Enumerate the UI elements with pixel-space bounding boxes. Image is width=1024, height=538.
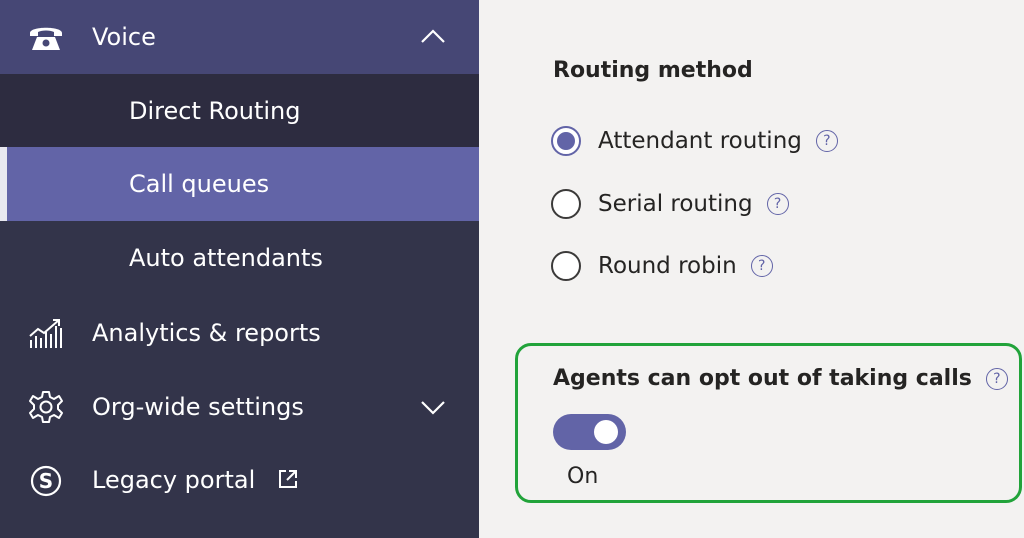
sidebar-item-label: Direct Routing — [129, 97, 301, 125]
routing-method-title: Routing method — [553, 58, 753, 83]
sidebar-item-label: Analytics & reports — [92, 319, 321, 347]
sidebar-item-org-wide-settings[interactable]: Org-wide settings — [0, 370, 479, 444]
sidebar-item-label: Voice — [92, 23, 156, 51]
radio-button[interactable] — [551, 189, 581, 219]
opt-out-title: Agents can opt out of taking calls ? — [553, 366, 1008, 391]
toggle-state-label: On — [567, 464, 599, 489]
sidebar-item-label: Auto attendants — [129, 244, 323, 272]
sidebar-item-analytics[interactable]: Analytics & reports — [0, 296, 479, 370]
svg-text:S: S — [39, 469, 53, 493]
gear-icon — [26, 387, 66, 427]
skype-icon: S — [26, 461, 66, 501]
analytics-icon — [26, 313, 66, 353]
phone-icon — [26, 17, 66, 57]
toggle-knob — [594, 420, 618, 444]
sidebar-item-label: Call queues — [129, 170, 270, 198]
opt-out-toggle[interactable] — [553, 414, 626, 450]
help-icon[interactable]: ? — [766, 193, 789, 215]
sidebar-nav: Voice Direct Routing Call queues Auto at… — [0, 0, 479, 538]
sidebar-item-label: Legacy portal — [92, 466, 299, 496]
sidebar-item-auto-attendants[interactable]: Auto attendants — [0, 221, 479, 295]
chevron-down-icon[interactable] — [419, 393, 447, 421]
help-icon[interactable]: ? — [750, 255, 773, 277]
help-icon[interactable]: ? — [985, 367, 1008, 390]
sidebar-item-voice[interactable]: Voice — [0, 0, 479, 74]
radio-button[interactable] — [551, 251, 581, 281]
chevron-up-icon[interactable] — [419, 23, 447, 51]
radio-label: Serial routing — [598, 191, 753, 217]
sidebar-item-legacy-portal[interactable]: S Legacy portal — [0, 444, 479, 518]
opt-out-title-text: Agents can opt out of taking calls — [553, 366, 972, 391]
help-icon[interactable]: ? — [815, 130, 838, 152]
radio-serial-routing[interactable]: Serial routing ? — [551, 186, 789, 222]
radio-label: Round robin — [598, 253, 737, 279]
radio-label: Attendant routing — [598, 128, 802, 154]
radio-button-checked[interactable] — [551, 126, 581, 156]
settings-panel: Routing method Attendant routing ? Seria… — [479, 0, 1024, 538]
sidebar-item-direct-routing[interactable]: Direct Routing — [0, 74, 479, 148]
legacy-portal-text: Legacy portal — [92, 466, 256, 494]
radio-attendant-routing[interactable]: Attendant routing ? — [551, 123, 838, 159]
sidebar-item-call-queues[interactable]: Call queues — [0, 147, 479, 221]
radio-round-robin[interactable]: Round robin ? — [551, 248, 773, 284]
external-link-icon — [277, 468, 299, 496]
sidebar-item-label: Org-wide settings — [92, 393, 304, 421]
